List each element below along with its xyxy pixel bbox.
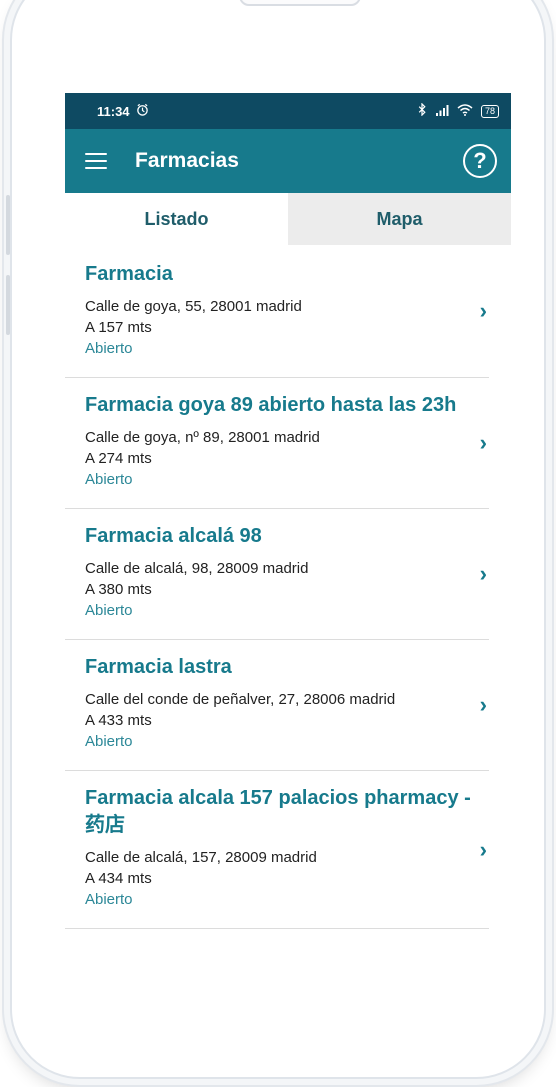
pharmacy-status: Abierto — [85, 471, 133, 488]
app-title: Farmacias — [135, 149, 239, 172]
battery-indicator: 78 — [480, 104, 499, 118]
pharmacy-address: Calle del conde de peñalver, 27, 28006 m… — [85, 691, 396, 708]
chevron-right-icon: › — [479, 836, 487, 862]
phone-speaker — [239, 0, 361, 6]
bluetooth-icon — [417, 102, 427, 119]
pharmacy-distance: A 157 mts — [85, 319, 152, 336]
pharmacy-status: Abierto — [85, 340, 133, 357]
chevron-right-icon: › — [479, 430, 487, 455]
chevron-right-icon: › — [479, 561, 487, 586]
status-time: 11:34 — [97, 103, 130, 119]
pharmacy-address: Calle de goya, nº 89, 28001 madrid — [85, 429, 320, 446]
pharmacy-name: Farmacia alcalá 98 — [85, 525, 262, 547]
tab-listado[interactable]: Listado — [65, 193, 288, 245]
phone-side-button — [6, 195, 10, 255]
pharmacy-status: Abierto — [85, 733, 133, 750]
tab-bar: Listado Mapa — [65, 193, 511, 245]
list-item[interactable]: Farmacia lastra Calle del conde de peñal… — [65, 640, 489, 771]
alarm-icon — [136, 103, 149, 119]
pharmacy-status: Abierto — [85, 891, 133, 908]
list-item[interactable]: Farmacia alcalá 98 Calle de alcalá, 98, … — [65, 509, 489, 640]
chevron-right-icon: › — [479, 298, 487, 323]
pharmacy-status: Abierto — [85, 602, 133, 619]
pharmacy-list: Farmacia Calle de goya, 55, 28001 madrid… — [65, 245, 511, 929]
pharmacy-name: Farmacia lastra — [85, 656, 232, 678]
pharmacy-distance: A 380 mts — [85, 581, 152, 598]
pharmacy-address: Calle de alcalá, 157, 28009 madrid — [85, 849, 317, 866]
menu-icon[interactable] — [85, 153, 107, 169]
pharmacy-name: Farmacia goya 89 abierto hasta las 23h — [85, 394, 457, 416]
pharmacy-name: Farmacia alcala 157 palacios pharmacy -药… — [85, 787, 471, 836]
list-item[interactable]: Farmacia Calle de goya, 55, 28001 madrid… — [65, 245, 489, 378]
app-screen: 11:34 78 Farmacias ? Listado Mapa Farmac… — [65, 93, 511, 1053]
pharmacy-distance: A 274 mts — [85, 450, 152, 467]
wifi-icon — [457, 103, 473, 119]
status-bar: 11:34 78 — [65, 93, 511, 129]
phone-side-button — [6, 275, 10, 335]
app-bar: Farmacias ? — [65, 129, 511, 193]
pharmacy-distance: A 433 mts — [85, 712, 152, 729]
pharmacy-name: Farmacia — [85, 263, 173, 285]
pharmacy-address: Calle de alcalá, 98, 28009 madrid — [85, 560, 309, 577]
pharmacy-address: Calle de goya, 55, 28001 madrid — [85, 298, 302, 315]
chevron-right-icon: › — [479, 692, 487, 717]
pharmacy-distance: A 434 mts — [85, 870, 152, 887]
signal-icon — [435, 104, 449, 119]
list-item[interactable]: Farmacia goya 89 abierto hasta las 23h C… — [65, 378, 489, 509]
list-item[interactable]: Farmacia alcala 157 palacios pharmacy -药… — [65, 771, 489, 929]
tab-mapa[interactable]: Mapa — [288, 193, 511, 245]
help-icon[interactable]: ? — [463, 144, 497, 178]
